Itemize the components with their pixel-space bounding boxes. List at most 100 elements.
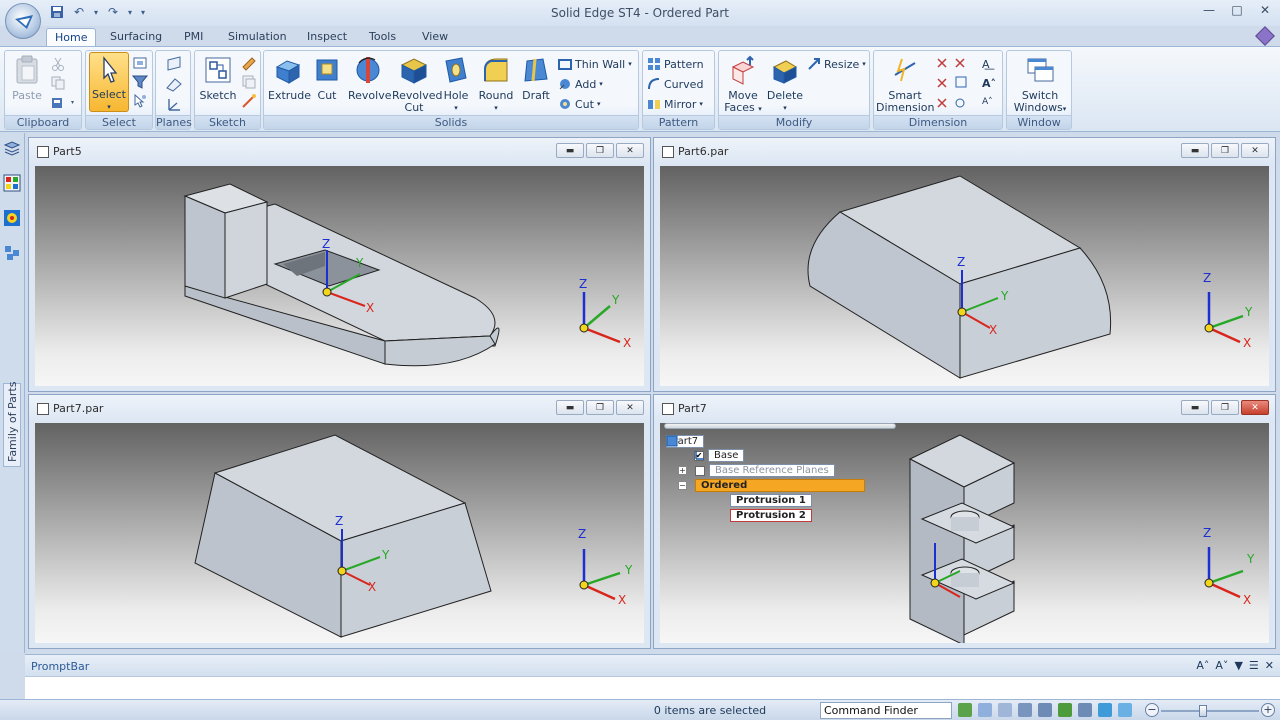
quickpick-icon[interactable] — [132, 93, 148, 109]
tree-node-ordered[interactable]: − Ordered — [678, 479, 865, 492]
doc-restore-icon[interactable]: ❐ — [1211, 143, 1239, 158]
graphics-viewport[interactable]: Z Y X Z Y X — [35, 166, 644, 386]
text-style-icon[interactable]: A͟ — [982, 55, 996, 74]
view-orientation-icon[interactable] — [1118, 703, 1132, 717]
tab-inspect[interactable]: Inspect — [299, 28, 355, 47]
dock-icon[interactable]: ▼ — [1234, 659, 1242, 672]
select-tools-icon[interactable] — [132, 55, 148, 71]
coincident-plane-icon[interactable] — [165, 56, 183, 72]
sketch-view-icon[interactable] — [1078, 703, 1092, 717]
zoom-in-icon[interactable]: + — [1261, 703, 1275, 717]
add-button[interactable]: Add ▾ — [558, 77, 603, 91]
zoom-thumb[interactable] — [1199, 705, 1207, 717]
close-icon[interactable]: ✕ — [1254, 2, 1276, 18]
mirror-button[interactable]: Mirror ▾ — [647, 97, 703, 111]
tab-surfacing[interactable]: Surfacing — [102, 28, 170, 47]
doc-minimize-icon[interactable]: ▬ — [1181, 400, 1209, 415]
doc-minimize-icon[interactable]: ▬ — [1181, 143, 1209, 158]
text-small-icon[interactable]: A˄ — [982, 93, 996, 112]
zoom-out-icon[interactable]: − — [1145, 703, 1159, 717]
format-painter-icon[interactable] — [51, 96, 77, 110]
doc-restore-icon[interactable]: ❐ — [586, 400, 614, 415]
reference-planes-visibility-checkbox[interactable] — [695, 465, 705, 476]
tree-node-part7[interactable]: Part7 — [666, 435, 705, 448]
pathfinder-scroll-handle[interactable] — [664, 423, 896, 429]
text-large-icon[interactable]: A˄ — [982, 74, 996, 93]
menu-icon[interactable]: ☰ — [1249, 659, 1259, 672]
filter-icon[interactable] — [132, 74, 148, 90]
maximize-icon[interactable]: □ — [1226, 2, 1248, 18]
tab-home[interactable]: Home — [46, 28, 97, 47]
tab-view[interactable]: View — [414, 28, 456, 47]
pan-icon[interactable] — [1038, 703, 1052, 717]
project-to-sketch-icon[interactable] — [241, 74, 257, 90]
doc-restore-icon[interactable]: ❐ — [586, 143, 614, 158]
part6-model[interactable]: Z Y X Z Y X — [660, 166, 1269, 386]
refresh-icon[interactable] — [958, 703, 972, 717]
cut-scissors-icon[interactable] — [51, 57, 65, 71]
doc-minimize-icon[interactable]: ▬ — [556, 400, 584, 415]
copy-icon[interactable] — [51, 76, 65, 90]
doc-close-icon[interactable]: ✕ — [1241, 143, 1269, 158]
zoom-area-icon[interactable] — [978, 703, 992, 717]
thin-wall-button[interactable]: Thin Wall ▾ — [558, 57, 632, 71]
paste-button[interactable]: Paste — [9, 55, 45, 102]
rotate-icon[interactable] — [1058, 703, 1072, 717]
angled-plane-icon[interactable] — [165, 76, 183, 92]
coordinate-system-icon[interactable] — [165, 96, 183, 112]
cut-button[interactable]: Cut — [310, 55, 344, 102]
doc-minimize-icon[interactable]: ▬ — [556, 143, 584, 158]
smart-dimension-button[interactable]: Smart Dimension — [876, 55, 934, 114]
doc-restore-icon[interactable]: ❐ — [1211, 400, 1239, 415]
zoom-slider[interactable]: − + — [1145, 703, 1275, 718]
minimize-icon[interactable]: — — [1198, 2, 1220, 18]
zoom-icon[interactable] — [998, 703, 1012, 717]
tree-node-protrusion-2[interactable]: Protrusion 2 — [730, 509, 812, 522]
graphics-viewport[interactable]: Z Y X Z Y X — [660, 166, 1269, 386]
application-button[interactable] — [5, 3, 41, 39]
move-faces-button[interactable]: Move Faces ▾ — [723, 55, 763, 115]
graphics-viewport[interactable]: Z Y X Part7 ✔ Base + Base Reference Plan… — [660, 423, 1269, 643]
tab-pmi[interactable]: PMI — [176, 28, 211, 47]
resize-button[interactable]: Resize ▾ — [807, 57, 866, 71]
expand-icon[interactable]: + — [678, 466, 687, 475]
feature-library-icon[interactable] — [3, 174, 21, 192]
increase-font-icon[interactable]: A˄ — [1196, 659, 1209, 672]
dimension-style-tools[interactable]: A͟ A˄ A˄ — [982, 55, 996, 112]
sketch-tools-icon[interactable] — [241, 55, 257, 71]
color-manager-icon[interactable] — [3, 209, 21, 227]
shaded-view-icon[interactable] — [1098, 703, 1112, 717]
part7par-model[interactable]: Z Y X Z Y X — [35, 423, 644, 643]
select-button[interactable]: Select ▾ — [89, 52, 129, 112]
tab-tools[interactable]: Tools — [361, 28, 404, 47]
round-button[interactable]: Round ▾ — [476, 55, 516, 114]
dimension-tools-icon[interactable] — [936, 55, 974, 111]
doc-close-icon[interactable]: ✕ — [1241, 400, 1269, 415]
delete-button[interactable]: Delete ▾ — [765, 55, 805, 114]
sketch-button[interactable]: Sketch — [199, 55, 237, 102]
family-of-parts-icon[interactable] — [3, 244, 21, 262]
command-finder-input[interactable]: Command Finder — [820, 702, 952, 719]
tree-node-base-reference-planes[interactable]: + Base Reference Planes — [678, 464, 835, 477]
graphics-viewport[interactable]: Z Y X Z Y X — [35, 423, 644, 643]
revolved-cut-button[interactable]: Revolved Cut — [392, 55, 442, 114]
collapse-icon[interactable]: − — [678, 481, 687, 490]
doc-close-icon[interactable]: ✕ — [616, 400, 644, 415]
include-sketch-icon[interactable] — [241, 93, 257, 109]
help-icon[interactable] — [1255, 26, 1275, 46]
tree-node-base[interactable]: ✔ Base — [694, 449, 745, 462]
pattern-button[interactable]: Pattern — [647, 57, 704, 71]
doc-close-icon[interactable]: ✕ — [616, 143, 644, 158]
draft-button[interactable]: Draft — [518, 55, 554, 102]
layers-icon[interactable] — [3, 139, 21, 157]
extrude-button[interactable]: Extrude — [268, 55, 311, 102]
close-prompt-icon[interactable]: ✕ — [1265, 659, 1274, 672]
decrease-font-icon[interactable]: A˅ — [1215, 659, 1228, 672]
fit-icon[interactable] — [1018, 703, 1032, 717]
curved-button[interactable]: Curved — [647, 77, 703, 91]
cut-dropdown-button[interactable]: Cut ▾ — [558, 97, 600, 111]
hole-button[interactable]: Hole ▾ — [438, 55, 474, 114]
family-of-parts-tab[interactable]: Family of Parts — [3, 382, 21, 467]
part5-model[interactable]: Z Y X Z Y X — [35, 166, 644, 386]
switch-windows-button[interactable]: Switch Windows▾ — [1009, 55, 1071, 115]
